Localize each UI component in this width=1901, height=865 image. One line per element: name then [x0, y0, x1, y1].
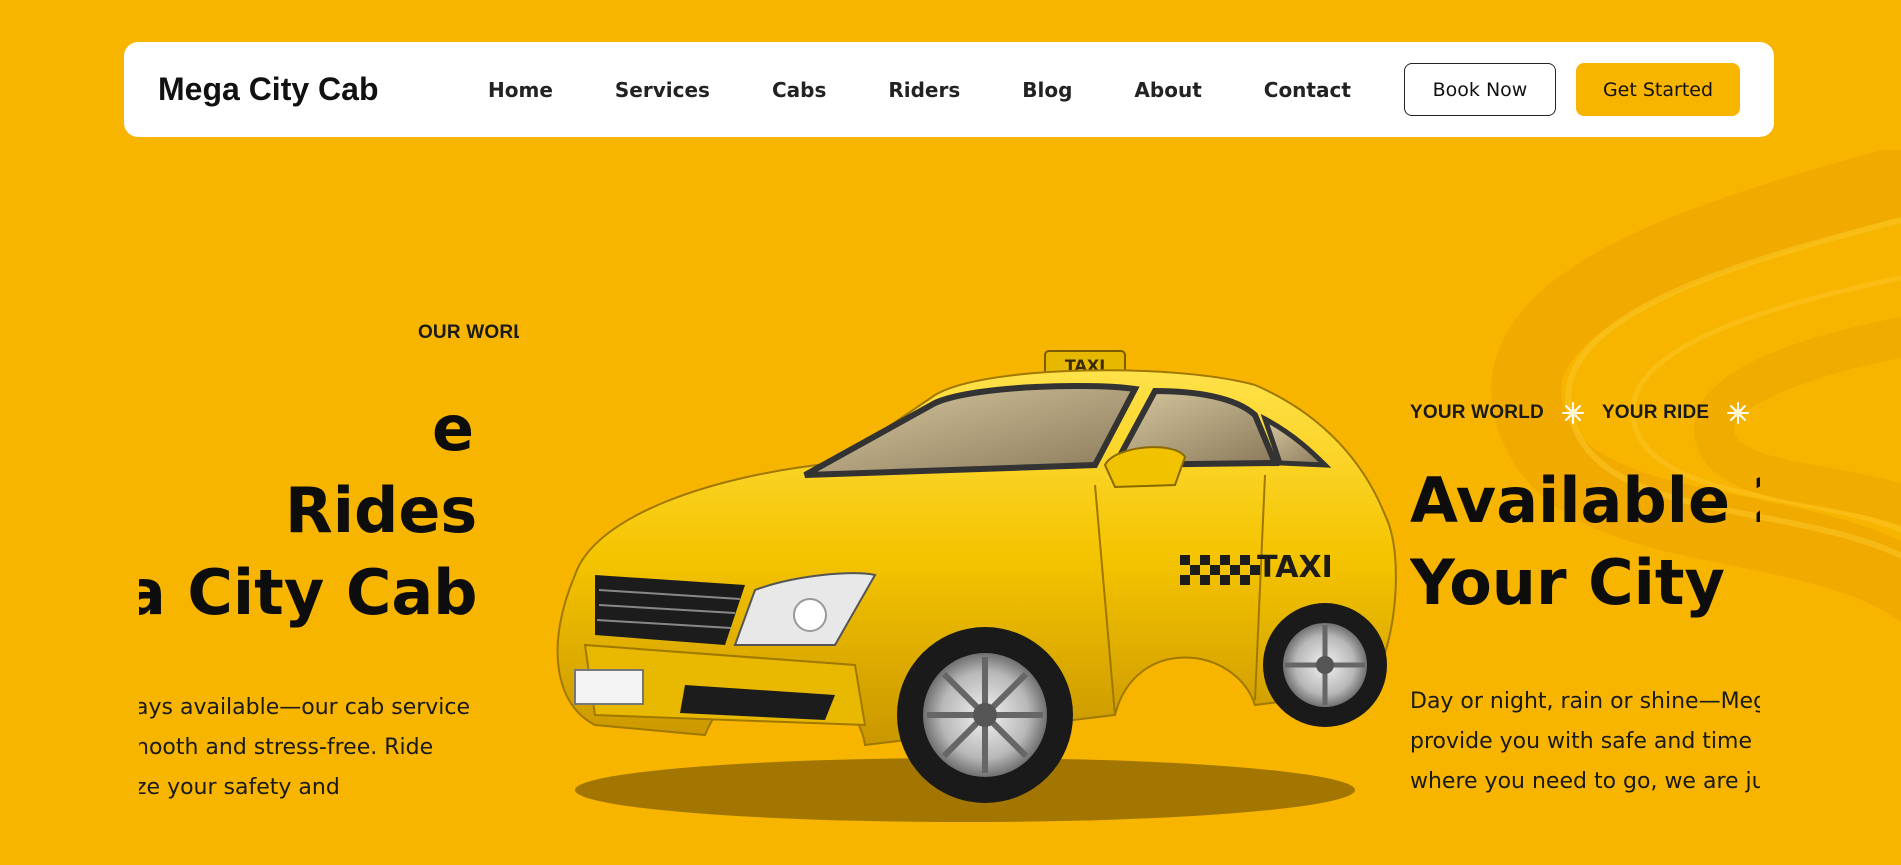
main-nav: Home Services Cabs Riders Blog About Con…: [488, 78, 1351, 102]
hero-tagline: YOUR RIDE: [1601, 402, 1710, 423]
hero-body-text: ays available—our cab service nooth and …: [139, 695, 471, 800]
sparkle-icon: [1727, 402, 1750, 424]
nav-actions: Book Now Get Started: [1404, 63, 1740, 116]
hero-headline-line: e: [432, 392, 475, 465]
book-now-button[interactable]: Book Now: [1404, 63, 1556, 116]
door-taxi-text: TAXI: [1257, 550, 1333, 585]
hero-headline-line: Available 2: [1410, 464, 1760, 537]
hero-body-text: Day or night, rain or shine—Meg provide …: [1410, 689, 1760, 794]
hero-headline-line: a City Cab: [139, 556, 478, 629]
hero-headline: e Rides a City Cab: [139, 388, 499, 634]
hero-tagline: YOUR WORLD: [1410, 402, 1544, 423]
hero-headline: Available 2 Your City: [1410, 460, 1760, 624]
brand-logo-text[interactable]: Mega City Cab: [158, 71, 488, 108]
taxi-car-image: TAXI TAXI: [556, 350, 1397, 822]
hero-headline-line: Rides: [285, 474, 478, 547]
nav-link-home[interactable]: Home: [488, 78, 553, 102]
hero-headline-line: Your City: [1410, 546, 1725, 619]
nav-link-about[interactable]: About: [1134, 78, 1201, 102]
hero-slide-previous: OUR WORLD e Rides a City Cab ays availab…: [139, 300, 519, 820]
nav-link-cabs[interactable]: Cabs: [772, 78, 826, 102]
nav-link-riders[interactable]: Riders: [888, 78, 960, 102]
nav-link-blog[interactable]: Blog: [1022, 78, 1072, 102]
hero-slide-next: YOUR WORLD YOUR RIDE Available 2 Your Ci…: [1410, 396, 1760, 826]
get-started-button[interactable]: Get Started: [1576, 63, 1740, 116]
top-navbar: Mega City Cab Home Services Cabs Riders …: [124, 42, 1774, 137]
sparkle-icon: [1561, 402, 1584, 424]
nav-link-contact[interactable]: Contact: [1264, 78, 1351, 102]
nav-link-services[interactable]: Services: [615, 78, 710, 102]
hero-tagline: OUR WORLD: [417, 322, 519, 343]
hero-tagline-marquee: YOUR WORLD YOUR RIDE: [1410, 396, 1760, 430]
